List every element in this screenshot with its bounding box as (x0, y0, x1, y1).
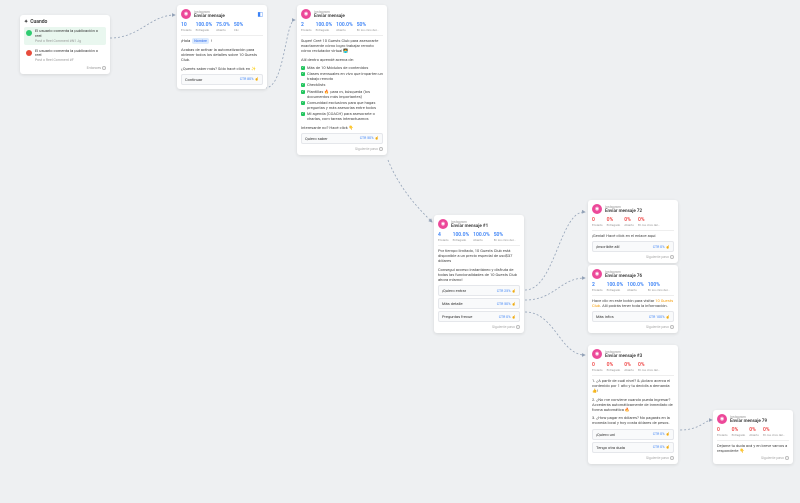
node-2-tail: Interesante no? Hacé click 👇 (301, 125, 383, 130)
node-2-title: Enviar mensaje (314, 14, 345, 19)
node-1-stats: 10Enviado 100.0%Entregado 75.0%Abierto 5… (181, 22, 263, 32)
node-6-q2: 2. ¿No me conviene cuando pueda ingresar… (592, 397, 674, 413)
next-step-4[interactable]: Siguiente paso (592, 255, 674, 259)
node-2-lead: Allí dentro aprendé acerca de: (301, 57, 383, 62)
node-6-title: Enviar mensaje #3 (605, 354, 642, 359)
pointer-icon: ☝ (375, 136, 379, 140)
next-step-3[interactable]: Siguiente paso (438, 325, 520, 329)
node-1-header: ◉ Instagram Enviar mensaje ◧ (181, 9, 263, 19)
pointer-icon: ☝ (255, 77, 259, 81)
node-6-q1: 1. ¿A partir de cuál nivel? & ¡Aclaro ac… (592, 378, 674, 394)
bolt-icon: ✦ (24, 19, 28, 25)
trigger-row-2-sub: Post o Reel Comment #F (35, 58, 104, 62)
faq-button[interactable]: Preguntas frecueCTR 0%☝ (438, 311, 520, 322)
trigger-row-1[interactable]: El usuario comenta la publicación o reel… (24, 27, 106, 45)
trigger-then-label: Entonces (24, 66, 106, 70)
instagram-icon: ◉ (301, 9, 311, 19)
node-send-message-6[interactable]: ◉ Instagram Enviar mensaje #3 0Enviado 0… (588, 345, 678, 464)
next-step-7[interactable]: Siguiente paso (717, 456, 789, 460)
node-7-title: Enviar mensaje 79 (730, 419, 767, 424)
trigger-card[interactable]: ✦ Cuando El usuario comenta la publicaci… (20, 15, 110, 74)
node-2-intro: Super! Creé 10 Guests Club para asesorar… (301, 38, 383, 54)
other-question-button[interactable]: Tengo otra dudaCTR 0%☝ (592, 442, 674, 453)
node-3-title: Enviar mensaje #1 (451, 224, 488, 229)
check-icon: ✓ (301, 72, 305, 76)
pointer-icon: ☝ (666, 315, 670, 319)
node-1-title: Enviar mensaje (194, 14, 225, 19)
node-send-message-2[interactable]: ◉ Instagram Enviar mensaje 2Enviado 100.… (297, 5, 387, 155)
instagram-icon: ◉ (592, 349, 602, 359)
trigger-header-text: Cuando (30, 19, 47, 25)
pointer-icon: ☝ (666, 245, 670, 249)
pointer-icon: ☝ (512, 289, 516, 293)
node-7-stats: 0Enviado 0%Entregado 0%Abierto 0%En los … (717, 427, 789, 437)
node-5-body: Hace clic en este botón para visitar 10 … (592, 298, 674, 308)
next-step-6[interactable]: Siguiente paso (592, 456, 674, 460)
node-send-message-7[interactable]: ◉ Instagram Enviar mensaje 79 0Enviado 0… (713, 410, 793, 464)
check-icon: ✓ (301, 66, 305, 70)
continue-button[interactable]: Continuar CTR 80%☝ (181, 74, 263, 85)
check-icon: ✓ (301, 83, 305, 87)
next-step-2[interactable]: Siguiente paso (301, 147, 383, 151)
flow-connectors (0, 0, 800, 503)
node-6-stats: 0Enviado 0%Entregado 0%Abierto 0%En los … (592, 362, 674, 372)
node-7-body: Dejame tu duda acá y en breve vamos a re… (717, 443, 789, 453)
trigger-header: ✦ Cuando (24, 19, 106, 25)
join-button[interactable]: ¡Quiero uniCTR 0%☝ (592, 429, 674, 440)
variable-chip-name: Nombre (192, 38, 209, 44)
node-3-body1: Por tiempo limitado, 10 Guests Club está… (438, 248, 520, 264)
node-1-greeting: ¡Hola Nombre ! (181, 38, 263, 44)
node-send-message-4[interactable]: ◉ Instagram Enviar mensaje 72 0Enviado 0… (588, 200, 678, 263)
node-1-body: Acabas de activar la automatización para… (181, 47, 263, 63)
node-send-message-3[interactable]: ◉ Instagram Enviar mensaje #1 4Enviado 1… (434, 215, 524, 333)
check-icon: ✓ (301, 101, 305, 105)
want-enter-button[interactable]: ¡Quiero entrarCTR 25%☝ (438, 285, 520, 296)
node-4-title: Enviar mensaje 72 (605, 209, 642, 214)
instagram-icon: ◉ (592, 269, 602, 279)
pointer-icon: ☝ (512, 315, 516, 319)
node-3-stats: 4Enviado 100.0%Entregado 100.0%Abierto 5… (438, 232, 520, 242)
pointer-icon: ☝ (512, 302, 516, 306)
more-detail-button[interactable]: Más detalleCTR 50%☝ (438, 298, 520, 309)
node-1-body2: ¿Querés saber más? Sólo hacé click en ✨ (181, 66, 263, 71)
node-4-body: ¡Genial! Hacé click en el enlace aquí: (592, 233, 674, 238)
pointer-icon: ☝ (666, 432, 670, 436)
want-to-know-button[interactable]: Quiero saber CTR 50%☝ (301, 133, 383, 144)
instagram-icon: ◉ (592, 204, 602, 214)
node-5-title: Enviar mensaje 76 (605, 274, 642, 279)
save-icon[interactable]: ◧ (257, 11, 263, 18)
trigger-row-1-sub: Post o Reel Comment #N1 Jg (35, 39, 104, 43)
pointer-icon: ☝ (666, 445, 670, 449)
instagram-icon: ◉ (181, 9, 191, 19)
node-send-message-5[interactable]: ◉ Instagram Enviar mensaje 76 2Enviado 1… (588, 265, 678, 333)
next-step-5[interactable]: Siguiente paso (592, 325, 674, 329)
instagram-icon: ◉ (438, 219, 448, 229)
signup-button[interactable]: ¡Inscribite allíCTR 0%☝ (592, 241, 674, 252)
check-icon: ✓ (301, 90, 305, 94)
node-send-message-1[interactable]: ◉ Instagram Enviar mensaje ◧ 10Enviado 1… (177, 5, 267, 89)
node-2-stats: 2Enviado 100.0%Entregado 100.0%Abierto 5… (301, 22, 383, 32)
more-info-button[interactable]: Más infosCTR 100%☝ (592, 311, 674, 322)
node-2-checks: ✓Más de 10 Módulos de contenidos ✓Clases… (301, 65, 383, 122)
node-3-body2: Consegui acceso instantáneo y disfruta d… (438, 267, 520, 283)
node-6-q3: 3. ¿How pagar en dólares? No pagarás en … (592, 415, 674, 425)
node-5-stats: 2Enviado 100.0%Entregado 100.0%Abierto 1… (592, 282, 674, 292)
trigger-row-2[interactable]: El usuario comenta la publicación o reel… (24, 47, 106, 65)
check-icon: ✓ (301, 112, 305, 116)
status-dot-active-icon (26, 30, 32, 36)
trigger-row-2-text: El usuario comenta la publicación o reel (35, 49, 104, 59)
instagram-icon: ◉ (717, 414, 727, 424)
node-4-stats: 0Enviado 0%Entregado 0%Abierto 0%En los … (592, 217, 674, 227)
trigger-row-1-text: El usuario comenta la publicación o reel (35, 29, 104, 39)
status-dot-inactive-icon (26, 50, 32, 56)
